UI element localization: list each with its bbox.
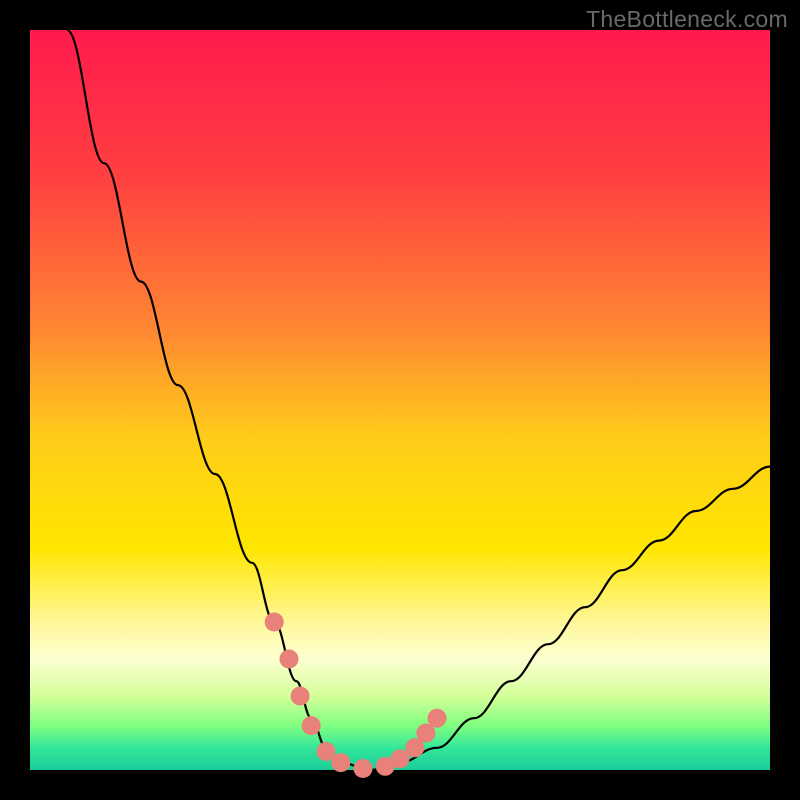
chart-frame: TheBottleneck.com xyxy=(0,0,800,800)
marker-dot xyxy=(265,613,284,632)
watermark-text: TheBottleneck.com xyxy=(586,6,788,33)
marker-dot xyxy=(302,716,321,735)
marker-dot xyxy=(291,687,310,706)
critical-markers xyxy=(265,613,447,779)
marker-dot xyxy=(354,759,373,778)
bottleneck-curve xyxy=(67,30,770,770)
marker-dot xyxy=(428,709,447,728)
marker-dot xyxy=(280,650,299,669)
curve-layer xyxy=(30,30,770,770)
marker-dot xyxy=(331,753,350,772)
